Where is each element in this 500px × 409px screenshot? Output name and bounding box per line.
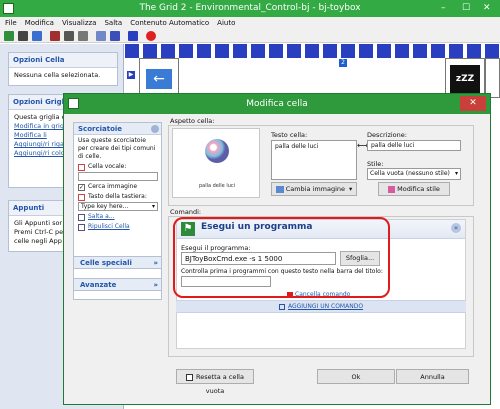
marker-2: 2 bbox=[339, 59, 347, 67]
special-cells-section[interactable]: Celle speciali » bbox=[73, 256, 162, 269]
jump-link[interactable]: Salta a... bbox=[88, 213, 115, 221]
highlight-frame bbox=[173, 217, 390, 298]
chevron-down-icon: ▾ bbox=[454, 170, 458, 177]
sleep-icon: zZZ bbox=[450, 65, 480, 93]
grid-strip bbox=[125, 44, 500, 58]
cell-options-section: Opzioni Cella Nessuna cella selezionata. bbox=[8, 52, 118, 86]
collapse-command-icon[interactable]: « bbox=[451, 223, 461, 233]
cancel-button[interactable]: Annulla bbox=[396, 369, 469, 384]
ok-button[interactable]: Ok bbox=[317, 369, 395, 384]
collapse-icon[interactable] bbox=[151, 125, 159, 133]
window-title: The Grid 2 - Environmental_Control-bj - … bbox=[139, 3, 361, 13]
keyboard-key-label: Tasto della tastiera: bbox=[88, 193, 147, 200]
cell-preview: palla delle luci bbox=[172, 128, 260, 198]
expand-chevron-icon: » bbox=[153, 259, 158, 267]
advanced-section[interactable]: Avanzate » bbox=[73, 278, 162, 291]
record-icon[interactable] bbox=[146, 31, 156, 41]
vocal-cell-input[interactable] bbox=[78, 172, 158, 181]
cells-icon[interactable] bbox=[110, 31, 120, 41]
dialog-close-icon[interactable]: ✕ bbox=[460, 96, 486, 111]
back-arrow-icon: ← bbox=[146, 69, 172, 89]
description-label: Descrizione: bbox=[367, 131, 407, 139]
menu-file[interactable]: File bbox=[5, 17, 17, 29]
add-icon bbox=[278, 303, 285, 310]
minimize-icon[interactable]: – bbox=[441, 2, 446, 14]
cell-text-label: Testo cella: bbox=[271, 131, 308, 139]
reset-icon bbox=[186, 373, 193, 381]
cell-options-title: Opzioni Cella bbox=[9, 53, 117, 68]
toolbar bbox=[0, 29, 500, 43]
dialog-title: Modifica cella bbox=[246, 99, 308, 109]
keyboard-key-select[interactable]: Type key here... bbox=[78, 202, 158, 211]
edit-style-label: Modifica stile bbox=[397, 185, 440, 193]
style-icon bbox=[388, 185, 396, 193]
change-image-label: Cambia immagine bbox=[285, 185, 346, 193]
edit-style-button[interactable]: Modifica stile bbox=[378, 182, 450, 196]
copy-icon[interactable] bbox=[64, 31, 74, 41]
reset-cell-button[interactable]: Resetta a cella vuota bbox=[176, 369, 254, 395]
vocal-cell-icon bbox=[78, 163, 85, 171]
menu-modifica[interactable]: Modifica bbox=[25, 17, 54, 29]
search-image-label: Cerca immagine bbox=[88, 183, 138, 190]
layout-icon[interactable] bbox=[96, 31, 106, 41]
menu-bar: File Modifica Visualizza Salta Contenuto… bbox=[0, 17, 500, 29]
grid-cell-back[interactable]: ← bbox=[139, 58, 179, 98]
special-cells-title: Celle speciali bbox=[80, 259, 132, 267]
dialog-title-bar: Modifica cella ✕ bbox=[64, 94, 490, 114]
close-grid-icon[interactable] bbox=[18, 31, 28, 41]
description-input[interactable]: palla delle luci bbox=[367, 140, 461, 151]
keyboard-key-icon bbox=[78, 193, 85, 201]
chevron-down-icon: ▾ bbox=[349, 185, 353, 193]
search-image-checkbox[interactable]: ✓ bbox=[78, 183, 85, 191]
shortcuts-title: Scorciatoie bbox=[78, 125, 123, 133]
close-icon[interactable]: ✕ bbox=[483, 2, 491, 14]
commands-label: Comandi: bbox=[170, 208, 202, 216]
paste-icon[interactable] bbox=[78, 31, 88, 41]
menu-aiuto[interactable]: Aiuto bbox=[217, 17, 235, 29]
undo-icon[interactable] bbox=[50, 31, 60, 41]
shortcuts-panel: Scorciatoie Usa queste scorciatoie per c… bbox=[73, 122, 162, 300]
grid-icon[interactable] bbox=[4, 31, 14, 41]
expand-chevron-icon: » bbox=[153, 281, 158, 289]
jump-icon bbox=[78, 213, 85, 221]
add-command-label: AGGIUNGI UN COMANDO bbox=[287, 303, 364, 310]
arrow-marker-icon: ▶ bbox=[127, 71, 135, 79]
preview-caption: palla delle luci bbox=[198, 183, 236, 189]
cell-text-input[interactable]: palla delle luci bbox=[271, 140, 357, 180]
save-icon[interactable] bbox=[32, 31, 42, 41]
image-icon bbox=[275, 185, 284, 193]
menu-salta[interactable]: Salta bbox=[104, 17, 122, 29]
vocal-cell-label: Cella vocale: bbox=[88, 163, 127, 170]
change-image-button[interactable]: Cambia immagine ▾ bbox=[271, 182, 357, 196]
advanced-title: Avanzate bbox=[80, 281, 117, 289]
style-select[interactable]: Cella vuota (nessuno stile) ▾ bbox=[367, 168, 461, 180]
clear-cell-link[interactable]: Ripulisci Cella bbox=[88, 223, 130, 231]
dialog-app-icon bbox=[68, 98, 79, 109]
main-title-bar: The Grid 2 - Environmental_Control-bj - … bbox=[0, 0, 500, 17]
light-ball-image bbox=[205, 139, 229, 163]
columns-icon[interactable] bbox=[128, 31, 138, 41]
menu-visualizza[interactable]: Visualizza bbox=[62, 17, 96, 29]
clear-cell-icon bbox=[78, 223, 85, 231]
style-select-value: Cella vuota (nessuno stile) bbox=[370, 170, 450, 177]
app-icon bbox=[3, 3, 14, 14]
cell-options-text: Nessuna cella selezionata. bbox=[14, 71, 101, 79]
style-label: Stile: bbox=[367, 160, 384, 168]
appearance-label: Aspetto cella: bbox=[170, 117, 215, 125]
add-command-bar[interactable]: AGGIUNGI UN COMANDO bbox=[176, 300, 466, 313]
shortcuts-description: Usa queste scorciatoie per creare dei ti… bbox=[78, 137, 156, 160]
maximize-icon[interactable]: ☐ bbox=[462, 2, 470, 14]
grid-cell-edge[interactable] bbox=[485, 58, 500, 98]
menu-contenuto-automatico[interactable]: Contenuto Automatico bbox=[130, 17, 209, 29]
grid-cell-sleep[interactable]: zZZ bbox=[445, 58, 485, 98]
